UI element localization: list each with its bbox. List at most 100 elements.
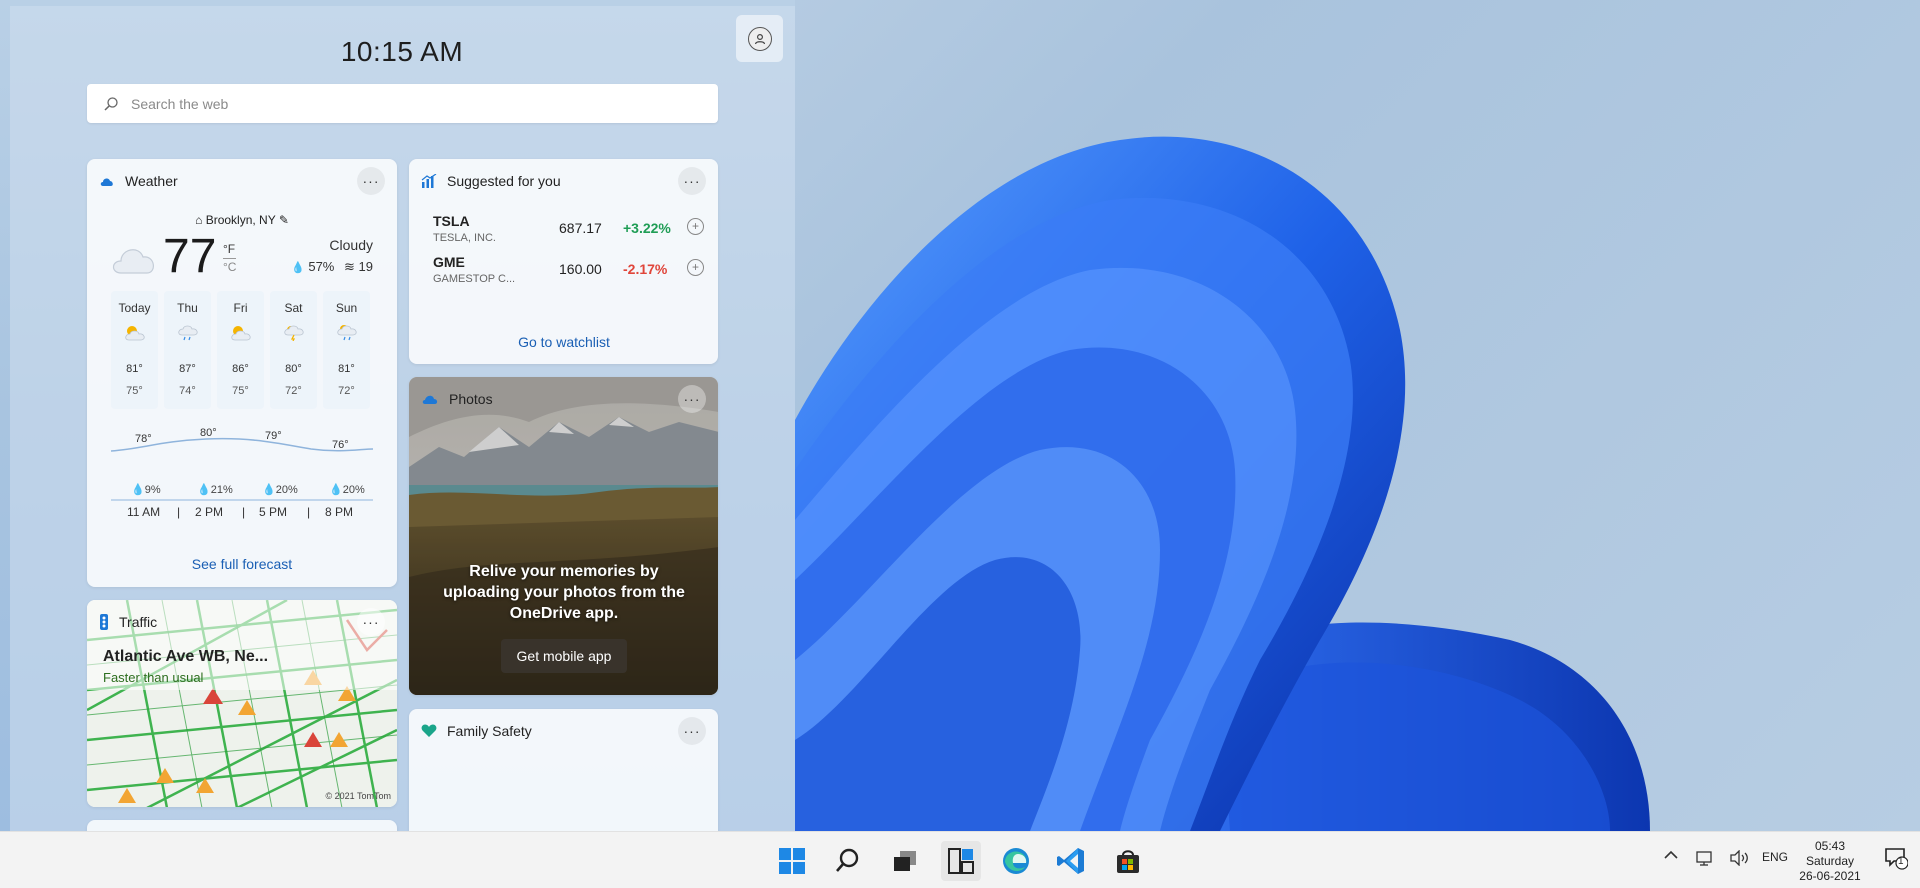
weather-card[interactable]: Weather ··· ⌂ Brooklyn, NY ✎ 77 °F °C Cl…: [87, 159, 397, 587]
go-to-watchlist-link[interactable]: Go to watchlist: [409, 334, 718, 350]
stocks-chart-icon: [421, 174, 437, 188]
hourly-precip: 💧20%: [329, 484, 365, 496]
see-full-forecast-link[interactable]: See full forecast: [87, 556, 397, 572]
family-safety-more-button[interactable]: ···: [678, 717, 706, 745]
weather-stats: 💧 57% ≋ 19: [291, 259, 373, 275]
forecast-day[interactable]: Fri 86° 75°: [217, 291, 264, 409]
home-icon: ⌂: [195, 213, 203, 227]
traffic-map: [87, 600, 397, 807]
stocks-header: Suggested for you: [421, 173, 561, 189]
vscode-icon[interactable]: [1051, 841, 1091, 881]
hourly-time: 8 PM: [325, 505, 354, 519]
input-language[interactable]: ENG: [1762, 850, 1788, 864]
stock-name: TESLA, INC.: [433, 232, 496, 244]
start-icon[interactable]: [772, 841, 812, 881]
photos-header: Photos: [421, 391, 493, 407]
hourly-temp: 76°: [332, 439, 349, 451]
hourly-time: 5 PM: [259, 505, 288, 519]
hourly-time: 2 PM: [195, 505, 224, 519]
photos-card[interactable]: Photos ··· Relive your memories by uploa…: [409, 377, 718, 695]
stocks-card[interactable]: Suggested for you ··· TSLA TESLA, INC. 6…: [409, 159, 718, 364]
search-input[interactable]: [129, 94, 693, 113]
traffic-header: Traffic: [99, 614, 157, 630]
humidity-value: 57%: [308, 259, 335, 274]
photos-title: Photos: [449, 391, 493, 407]
task-view-icon[interactable]: [885, 841, 925, 881]
stock-symbol: TSLA: [433, 213, 470, 229]
stock-name: GAMESTOP C...: [433, 273, 516, 285]
day-low: 75°: [126, 385, 143, 397]
store-icon[interactable]: [1108, 841, 1148, 881]
day-name: Sat: [284, 301, 303, 315]
add-to-watchlist-icon[interactable]: +: [687, 218, 704, 235]
day-high: 81°: [126, 363, 143, 375]
search-icon[interactable]: [828, 841, 868, 881]
taskbar-clock[interactable]: 05:43 Saturday 26-06-2021: [1796, 839, 1864, 884]
hourly-divider: |: [307, 505, 311, 519]
weather-cloud-icon: [109, 241, 159, 280]
fahrenheit-toggle[interactable]: °F: [223, 241, 236, 258]
celsius-toggle[interactable]: °C: [223, 258, 237, 276]
notification-center-icon[interactable]: 1: [1884, 846, 1908, 870]
cloud-icon: [99, 175, 115, 187]
stocks-title: Suggested for you: [447, 173, 561, 189]
edge-icon[interactable]: [996, 841, 1036, 881]
temperature-units[interactable]: °F °C: [223, 241, 237, 276]
weather-header: Weather: [99, 173, 178, 189]
profile-button[interactable]: [736, 15, 783, 62]
traffic-card[interactable]: Traffic ··· Atlantic Ave WB, Ne... Faste…: [87, 600, 397, 807]
hourly-divider: |: [242, 505, 246, 519]
location-label: Brooklyn, NY: [205, 213, 276, 227]
rain-sun-icon: [323, 323, 370, 341]
map-copyright: © 2021 TomTom: [325, 791, 392, 801]
stock-price: 160.00: [559, 261, 602, 277]
partly-sunny-icon: [217, 323, 264, 341]
forecast-day[interactable]: Sat 80° 72°: [270, 291, 317, 409]
day-name: Thu: [177, 301, 198, 315]
get-mobile-app-button[interactable]: Get mobile app: [501, 639, 627, 673]
family-safety-title: Family Safety: [447, 723, 532, 739]
chevron-up-icon[interactable]: [1664, 850, 1678, 860]
stock-change: +3.22%: [623, 220, 671, 236]
search-icon: [103, 96, 119, 112]
hourly-precip: 💧9%: [131, 484, 161, 496]
daily-forecast: Today 81° 75° Thu 87° 74° Fri 86° 75° Sa…: [111, 291, 370, 409]
stock-symbol: GME: [433, 254, 465, 270]
partly-sunny-icon: [111, 323, 158, 341]
stocks-more-button[interactable]: ···: [678, 167, 706, 195]
wind-icon: ≋: [344, 259, 355, 274]
add-to-watchlist-icon[interactable]: +: [687, 259, 704, 276]
desktop: 10:15 AM Weather ··· ⌂ Brooklyn,: [0, 0, 1920, 831]
day-name: Today: [118, 301, 151, 315]
day-low: 74°: [179, 385, 196, 397]
web-search-box[interactable]: [87, 84, 718, 123]
traffic-more-button[interactable]: ···: [357, 608, 385, 636]
traffic-road: Atlantic Ave WB, Ne...: [103, 648, 269, 665]
partial-widget-card[interactable]: [87, 820, 397, 831]
family-safety-card[interactable]: Family Safety ···: [409, 709, 718, 831]
traffic-title: Traffic: [119, 614, 158, 630]
rain-icon: [164, 323, 211, 341]
forecast-day[interactable]: Today 81° 75°: [111, 291, 158, 409]
hourly-divider: |: [177, 505, 181, 519]
edit-location-icon[interactable]: ✎: [279, 213, 289, 227]
hourly-forecast: 78° 80° 79° 76° 💧9% 💧21% 💧20% 💧20% 11 AM…: [111, 421, 373, 521]
day-high: 80°: [285, 363, 302, 375]
weather-more-button[interactable]: ···: [357, 167, 385, 195]
traffic-status: Faster than usual: [103, 670, 204, 685]
onedrive-icon: [421, 393, 439, 405]
forecast-day[interactable]: Thu 87° 74°: [164, 291, 211, 409]
widgets-icon[interactable]: [941, 841, 981, 881]
day-name: Fri: [233, 301, 248, 315]
stock-price: 687.17: [559, 220, 602, 236]
photos-more-button[interactable]: ···: [678, 385, 706, 413]
hourly-time: 11 AM: [127, 505, 161, 519]
traffic-light-icon: [99, 614, 109, 630]
taskbar: ENG 05:43 Saturday 26-06-2021 1: [0, 831, 1920, 888]
network-icon[interactable]: [1696, 850, 1714, 866]
weather-location[interactable]: ⌂ Brooklyn, NY ✎: [87, 213, 397, 227]
hourly-temp: 78°: [135, 433, 152, 445]
forecast-day[interactable]: Sun 81° 72°: [323, 291, 370, 409]
volume-icon[interactable]: [1730, 850, 1750, 866]
day-name: Sun: [335, 301, 358, 315]
